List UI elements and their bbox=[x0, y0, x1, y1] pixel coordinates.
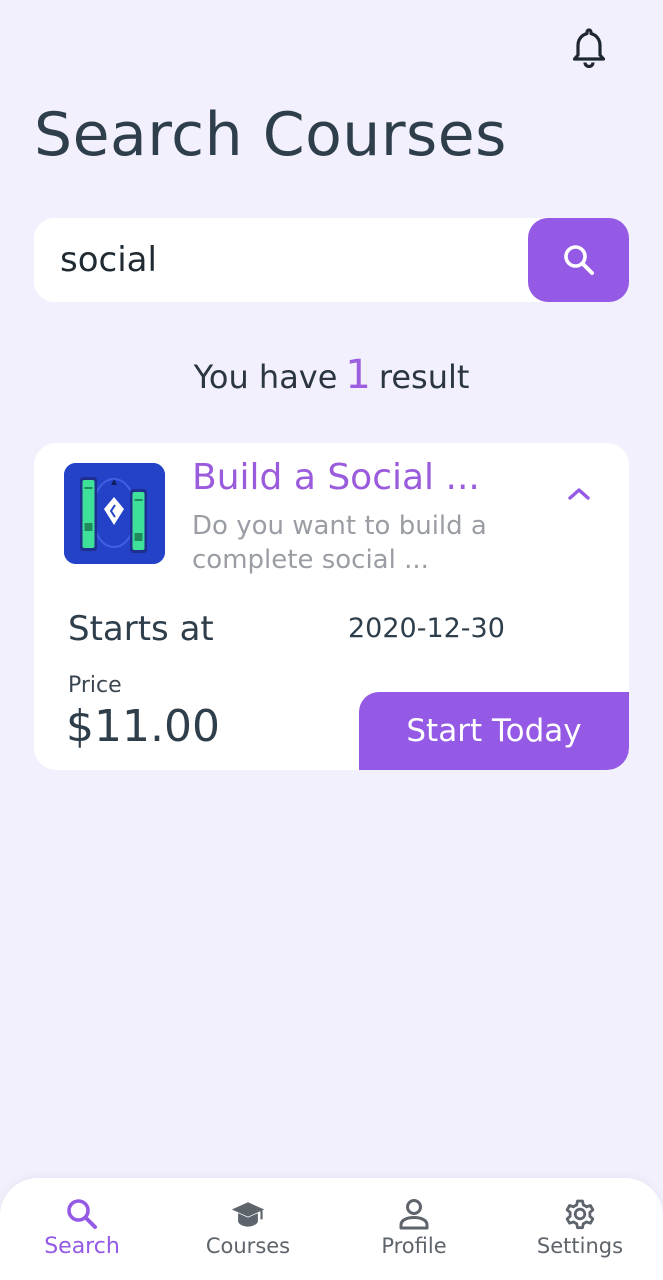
course-title[interactable]: Build a Social ... bbox=[192, 457, 480, 498]
nav-item-profile[interactable]: Profile bbox=[344, 1178, 484, 1280]
search-bar bbox=[34, 218, 629, 302]
result-suffix: result bbox=[378, 358, 470, 396]
start-today-button[interactable]: Start Today bbox=[359, 692, 629, 770]
course-card[interactable]: Build a Social ... Do you want to build … bbox=[34, 443, 629, 770]
nav-label-profile: Profile bbox=[381, 1234, 447, 1258]
course-thumbnail bbox=[64, 463, 165, 564]
page-title: Search Courses bbox=[34, 100, 507, 170]
price-value: $11.00 bbox=[66, 701, 220, 752]
notification-button[interactable] bbox=[569, 26, 609, 70]
chevron-up-icon bbox=[568, 488, 590, 500]
search-icon bbox=[67, 1199, 97, 1229]
nav-item-courses[interactable]: Courses bbox=[178, 1178, 318, 1280]
search-courses-screen: Search Courses You have1result bbox=[0, 0, 663, 1280]
nav-item-search[interactable]: Search bbox=[12, 1178, 152, 1280]
user-icon bbox=[399, 1199, 429, 1230]
result-prefix: You have bbox=[193, 358, 338, 396]
search-icon bbox=[563, 245, 594, 275]
nav-label-settings: Settings bbox=[536, 1234, 624, 1258]
bottom-navigation: Search Courses Profile Settings bbox=[0, 1178, 663, 1280]
course-description: Do you want to build a complete social .… bbox=[192, 511, 487, 575]
search-input[interactable] bbox=[60, 232, 520, 288]
starts-at-label: Starts at bbox=[68, 609, 214, 649]
collapse-toggle[interactable] bbox=[562, 477, 596, 511]
nav-item-settings[interactable]: Settings bbox=[510, 1178, 650, 1280]
bell-icon bbox=[572, 28, 606, 68]
result-summary: You have 1 result bbox=[0, 352, 663, 398]
nav-label-search: Search bbox=[44, 1234, 120, 1259]
gear-icon bbox=[565, 1199, 595, 1230]
graduation-cap-icon bbox=[231, 1202, 265, 1227]
price-label: Price bbox=[68, 673, 122, 698]
start-date: 2020-12-30 bbox=[348, 613, 505, 644]
nav-label-courses: Courses bbox=[205, 1234, 291, 1258]
search-button[interactable] bbox=[528, 218, 629, 302]
result-count: 1 bbox=[345, 352, 371, 398]
phone-app-illustration-icon bbox=[64, 463, 165, 564]
